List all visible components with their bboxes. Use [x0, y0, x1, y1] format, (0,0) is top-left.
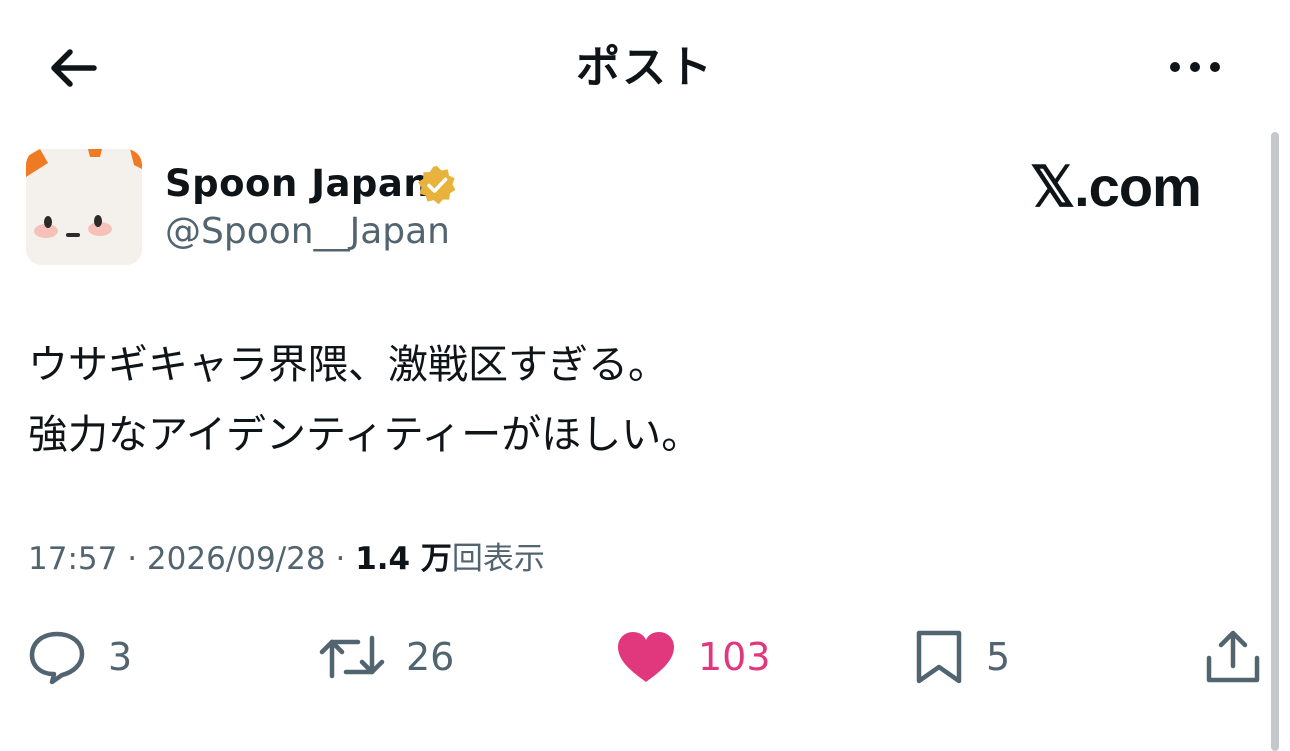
- more-dots-icon: [1170, 62, 1180, 72]
- repost-icon: [319, 635, 385, 679]
- post-date[interactable]: 2026/09/28: [147, 541, 326, 577]
- post-time[interactable]: 17:57: [28, 541, 117, 577]
- brand-logo: 𝕏.com: [1030, 155, 1202, 218]
- repost-button[interactable]: 26: [318, 622, 454, 692]
- reply-button[interactable]: 3: [26, 622, 132, 692]
- bookmark-count: 5: [986, 635, 1011, 679]
- more-options-button[interactable]: [1160, 50, 1230, 84]
- author-handle[interactable]: @Spoon__Japan: [165, 209, 450, 255]
- views-count: 1.4 万: [355, 541, 452, 577]
- bookmark-icon: [916, 630, 962, 684]
- tweet-text: ウサギキャラ界隈、激戦区すぎる。 強力なアイデンティティーがほしい。: [28, 330, 701, 470]
- page-title: ポスト: [576, 42, 714, 93]
- tweet-line: 強力なアイデンティティーがほしい。: [28, 412, 702, 458]
- reply-icon: [29, 631, 85, 685]
- separator: ·: [127, 541, 138, 577]
- author-name[interactable]: Spoon Japan: [165, 160, 430, 208]
- like-count: 103: [698, 635, 771, 679]
- separator: ·: [335, 541, 346, 577]
- scrollbar[interactable]: [1271, 132, 1279, 751]
- verified-badge-icon: [418, 166, 456, 205]
- bunny-character-icon: [26, 149, 142, 265]
- bookmark-button[interactable]: 5: [912, 622, 1010, 692]
- views-label: 回表示: [451, 541, 545, 577]
- tweet-line: ウサギキャラ界隈、激戦区すぎる。: [28, 342, 668, 388]
- repost-count: 26: [406, 635, 455, 679]
- share-button[interactable]: [1204, 622, 1262, 692]
- reply-count: 3: [108, 635, 133, 679]
- avatar[interactable]: [26, 149, 142, 265]
- share-icon: [1206, 630, 1260, 683]
- tweet-meta: 17:57 · 2026/09/28 · 1.4 万回表示: [28, 536, 545, 582]
- heart-icon: [618, 632, 674, 682]
- like-button[interactable]: 103: [614, 622, 771, 692]
